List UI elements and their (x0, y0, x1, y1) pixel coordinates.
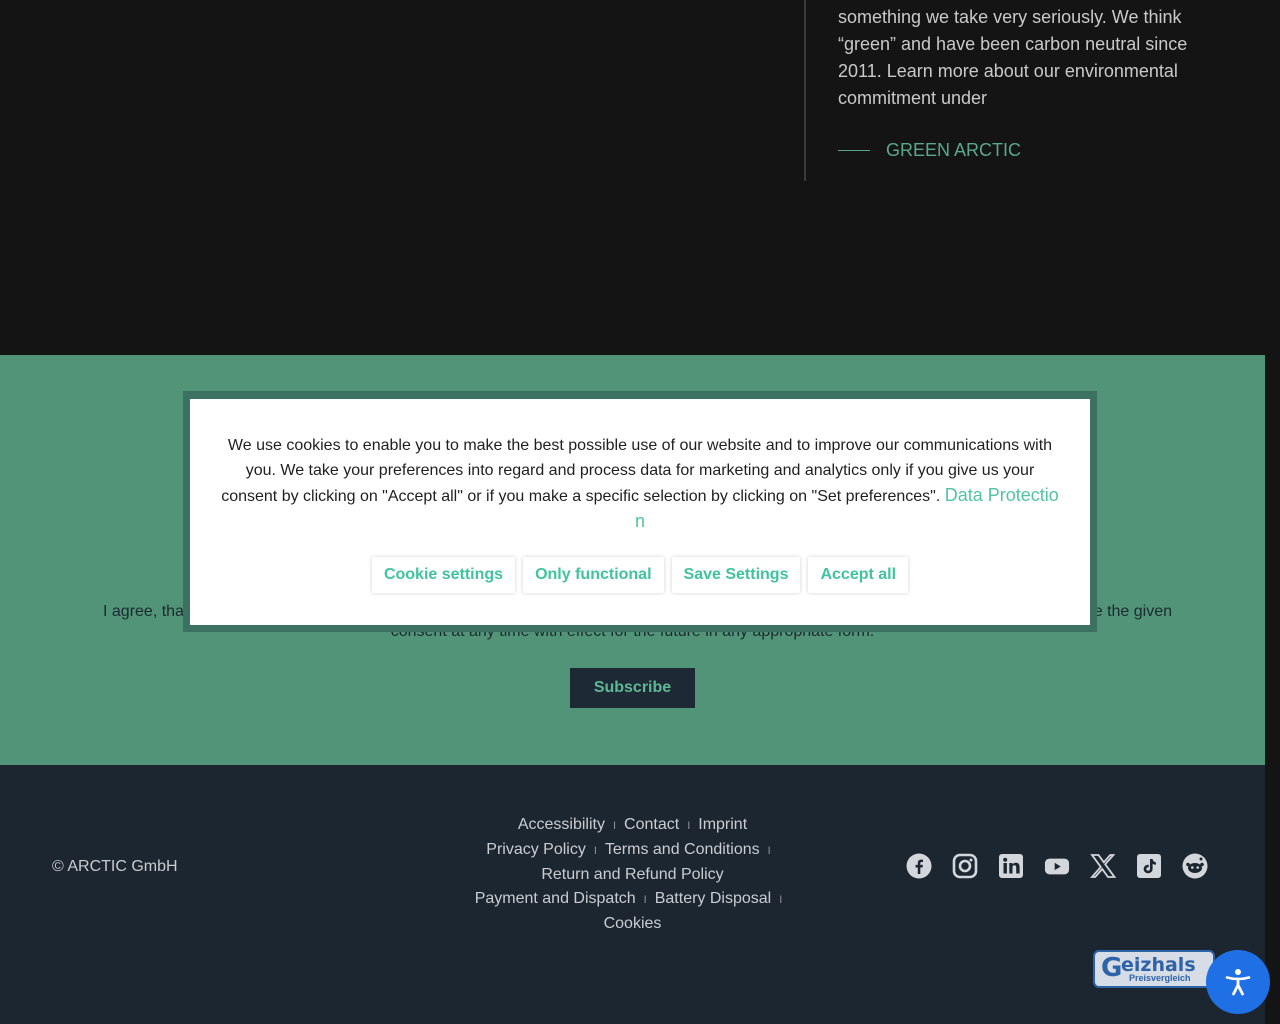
footer-link-privacy[interactable]: Privacy Policy (486, 841, 586, 858)
environment-text: something we take very seriously. We thi… (838, 7, 1188, 108)
cookie-modal: We use cookies to enable you to make the… (190, 399, 1090, 625)
footer-link-payment[interactable]: Payment and Dispatch (475, 890, 636, 907)
cookie-settings-button[interactable]: Cookie settings (371, 557, 516, 593)
separator: I (687, 820, 691, 832)
footer-link-contact[interactable]: Contact (624, 816, 679, 833)
cookie-message: We use cookies to enable you to make the… (221, 437, 1053, 505)
x-icon[interactable] (1090, 853, 1116, 879)
footer-link-imprint[interactable]: Imprint (698, 816, 747, 833)
footer-link-cookies[interactable]: Cookies (604, 915, 662, 932)
link-dash (838, 150, 870, 151)
facebook-icon[interactable] (906, 853, 932, 879)
separator: I (593, 845, 597, 857)
accessibility-button[interactable] (1206, 950, 1270, 1014)
footer: © ARCTIC GmbH Accessibility I Contact I Impr… (0, 765, 1265, 1024)
environment-section: ZI something we take very seriously. We … (0, 0, 1280, 355)
save-settings-button[interactable]: Save Settings (671, 557, 801, 593)
accept-all-button[interactable]: Accept all (808, 557, 909, 593)
subscribe-button[interactable]: Subscribe (570, 668, 695, 708)
footer-link-battery[interactable]: Battery Disposal (655, 890, 772, 907)
green-arctic-label: GREEN ARCTIC (886, 140, 1022, 160)
cookie-text: We use cookies to enable you to make the… (220, 433, 1060, 535)
footer-link-terms[interactable]: Terms and Conditions (605, 841, 760, 858)
copyright: © ARCTIC GmbH (52, 858, 178, 875)
separator: I (643, 894, 647, 906)
geizhals-sub: Preisvergleich (1129, 973, 1191, 983)
green-arctic-link[interactable]: GREEN ARCTIC (838, 140, 1021, 161)
separator: I (767, 845, 771, 857)
separator: I (779, 894, 783, 906)
cookie-buttons: Cookie settings Only functional Save Set… (190, 557, 1090, 593)
accessibility-icon (1225, 969, 1251, 996)
separator: I (612, 820, 617, 832)
tiktok-icon[interactable] (1136, 853, 1162, 879)
footer-link-return[interactable]: Return and Refund Policy (541, 866, 723, 883)
vertical-heading: ZI (722, 0, 762, 42)
instagram-icon[interactable] (952, 853, 978, 879)
footer-links: Accessibility I Contact I Imprint Privacy Po… (440, 813, 825, 936)
divider-line (804, 0, 806, 181)
consent-text-left: I agree, that (103, 603, 189, 620)
only-functional-button[interactable]: Only functional (523, 557, 664, 593)
geizhals-g: G (1101, 953, 1123, 983)
geizhals-badge[interactable]: G eizhals Preisvergleich (1093, 950, 1215, 988)
youtube-icon[interactable] (1044, 853, 1070, 879)
consent-text-right: e the given (1093, 603, 1172, 620)
reddit-icon[interactable] (1182, 853, 1208, 879)
footer-link-accessibility[interactable]: Accessibility (518, 816, 605, 833)
linkedin-icon[interactable] (998, 853, 1024, 879)
social-links (906, 853, 1208, 879)
